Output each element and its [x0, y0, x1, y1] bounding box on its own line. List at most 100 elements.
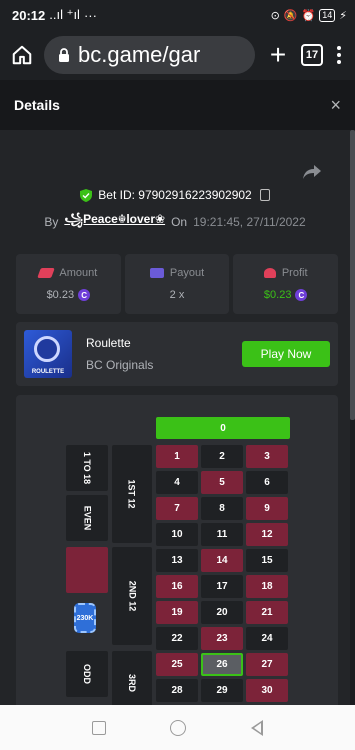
- scrollbar[interactable]: [350, 130, 355, 705]
- amount-icon: [37, 268, 56, 278]
- roulette-cell-11: 11: [201, 523, 243, 546]
- bet-red: [66, 547, 108, 593]
- bet-details-content: Bet ID: 97902916223902902 By ꧁Peace☬love…: [0, 130, 350, 705]
- roulette-cell-23: 23: [201, 627, 243, 650]
- stat-profit: Profit $0.23 C: [233, 254, 339, 314]
- roulette-cell-2: 2: [201, 445, 243, 468]
- coin-icon: C: [78, 289, 91, 301]
- details-title: Details: [14, 97, 60, 113]
- by-label: By: [44, 215, 59, 229]
- roulette-cell-1: 1: [156, 445, 198, 468]
- roulette-cell-14: 14: [201, 549, 243, 572]
- stat-label: Profit: [281, 267, 308, 279]
- bet-dozen-1: 1ST 12: [112, 445, 152, 543]
- roulette-table: 0 1 TO 18 EVEN ODD 1ST 12 2ND 12 3RD 230…: [16, 395, 338, 705]
- game-provider: BC Originals: [86, 358, 154, 372]
- status-time: 20:12: [12, 7, 46, 23]
- roulette-cell-3: 3: [246, 445, 288, 468]
- bet-odd: ODD: [66, 651, 108, 697]
- bet-id-row: Bet ID: 97902916223902902: [0, 188, 350, 202]
- roulette-cell-16: 16: [156, 575, 198, 598]
- bet-stats: Amount $0.23 C Payout 2 x Profit $0.23 C: [16, 254, 339, 314]
- verified-shield-icon: [80, 188, 93, 202]
- home-button[interactable]: [10, 43, 34, 67]
- roulette-cell-6: 6: [246, 471, 288, 494]
- home-nav-button[interactable]: [170, 719, 187, 736]
- roulette-cell-17: 17: [201, 575, 243, 598]
- bet-low-1-18: 1 TO 18: [66, 445, 108, 491]
- roulette-cell-18: 18: [246, 575, 288, 598]
- roulette-cell-28: 28: [156, 679, 198, 702]
- stat-payout: Payout 2 x: [124, 254, 230, 314]
- scrollbar-thumb[interactable]: [350, 130, 355, 420]
- roulette-wheel-icon: [34, 336, 60, 362]
- roulette-cell-20: 20: [201, 601, 243, 624]
- bet-chip: 230K: [74, 603, 96, 633]
- thumbnail-label: ROULETTE: [31, 369, 65, 375]
- roulette-cell-26: 26: [201, 653, 243, 676]
- stat-value: $0.23: [263, 289, 292, 301]
- roulette-cell-27: 27: [246, 653, 288, 676]
- stat-amount: Amount $0.23 C: [16, 254, 121, 314]
- roulette-cell-10: 10: [156, 523, 198, 546]
- screen-record-icon: ⊙: [270, 9, 280, 22]
- roulette-cell-15: 15: [246, 549, 288, 572]
- battery-icon: 14: [319, 8, 336, 22]
- more-notifications-icon: ···: [83, 7, 97, 23]
- stat-label: Payout: [169, 267, 205, 279]
- back-button[interactable]: [250, 719, 263, 736]
- bet-dozen-2: 2ND 12: [112, 547, 152, 645]
- bet-id: Bet ID: 97902916223902902: [98, 188, 252, 202]
- share-icon[interactable]: [302, 164, 322, 180]
- url-text: bc.game/gar: [78, 42, 201, 67]
- browser-menu-button[interactable]: [333, 46, 345, 64]
- close-button[interactable]: ×: [330, 95, 341, 116]
- bet-timestamp: 19:21:45, 27/11/2022: [193, 215, 306, 229]
- roulette-cell-29: 29: [201, 679, 243, 702]
- roulette-thumbnail[interactable]: ROULETTE: [24, 330, 72, 378]
- signal-icon: ..ıl ⁺ıl: [49, 7, 80, 22]
- roulette-cell-7: 7: [156, 497, 198, 520]
- copy-icon[interactable]: [259, 189, 270, 201]
- stat-value: $0.23: [46, 289, 75, 301]
- payout-icon: [149, 268, 164, 278]
- charging-icon: ⚡: [339, 9, 347, 22]
- profit-icon: [263, 268, 276, 278]
- stat-label: Amount: [59, 267, 98, 279]
- roulette-cell-0: 0: [156, 417, 290, 439]
- tab-switcher-button[interactable]: 17: [301, 44, 323, 66]
- lock-icon: [59, 48, 69, 62]
- roulette-cell-4: 4: [156, 471, 198, 494]
- roulette-cell-5: 5: [201, 471, 243, 494]
- roulette-cell-8: 8: [201, 497, 243, 520]
- recents-button[interactable]: [92, 720, 107, 735]
- address-bar[interactable]: bc.game/gar: [44, 36, 255, 74]
- roulette-cell-24: 24: [246, 627, 288, 650]
- roulette-cell-19: 19: [156, 601, 198, 624]
- status-bar: 20:12 ..ıl ⁺ıl ··· ⊙ 🔕 ⏰ 14 ⚡: [0, 0, 355, 30]
- side-label: 1 TO 18: [81, 451, 92, 485]
- username-link[interactable]: ꧁Peace☬lover❀: [64, 210, 165, 234]
- coin-icon: C: [295, 289, 308, 301]
- bet-meta-row: By ꧁Peace☬lover❀ On 19:21:45, 27/11/2022: [0, 210, 350, 234]
- system-nav-bar: [0, 705, 355, 750]
- side-label: 2ND 12: [126, 580, 137, 612]
- side-label: ODD: [82, 664, 92, 684]
- on-label: On: [171, 215, 188, 229]
- alarm-icon: ⏰: [301, 9, 316, 22]
- new-tab-button[interactable]: +: [265, 41, 291, 69]
- side-label: 1ST 12: [127, 479, 137, 509]
- side-label: 3RD: [126, 673, 137, 693]
- game-name: Roulette: [86, 336, 131, 350]
- roulette-cell-12: 12: [246, 523, 288, 546]
- home-icon: [12, 45, 32, 65]
- stat-value: 2 x: [169, 289, 185, 301]
- roulette-cell-25: 25: [156, 653, 198, 676]
- play-now-button[interactable]: Play Now: [242, 341, 330, 367]
- roulette-cell-30: 30: [246, 679, 288, 702]
- roulette-cell-9: 9: [246, 497, 288, 520]
- browser-toolbar: bc.game/gar + 17: [0, 30, 355, 80]
- roulette-cell-21: 21: [246, 601, 288, 624]
- details-header: Details ×: [0, 80, 355, 130]
- mute-icon: 🔕: [283, 9, 298, 22]
